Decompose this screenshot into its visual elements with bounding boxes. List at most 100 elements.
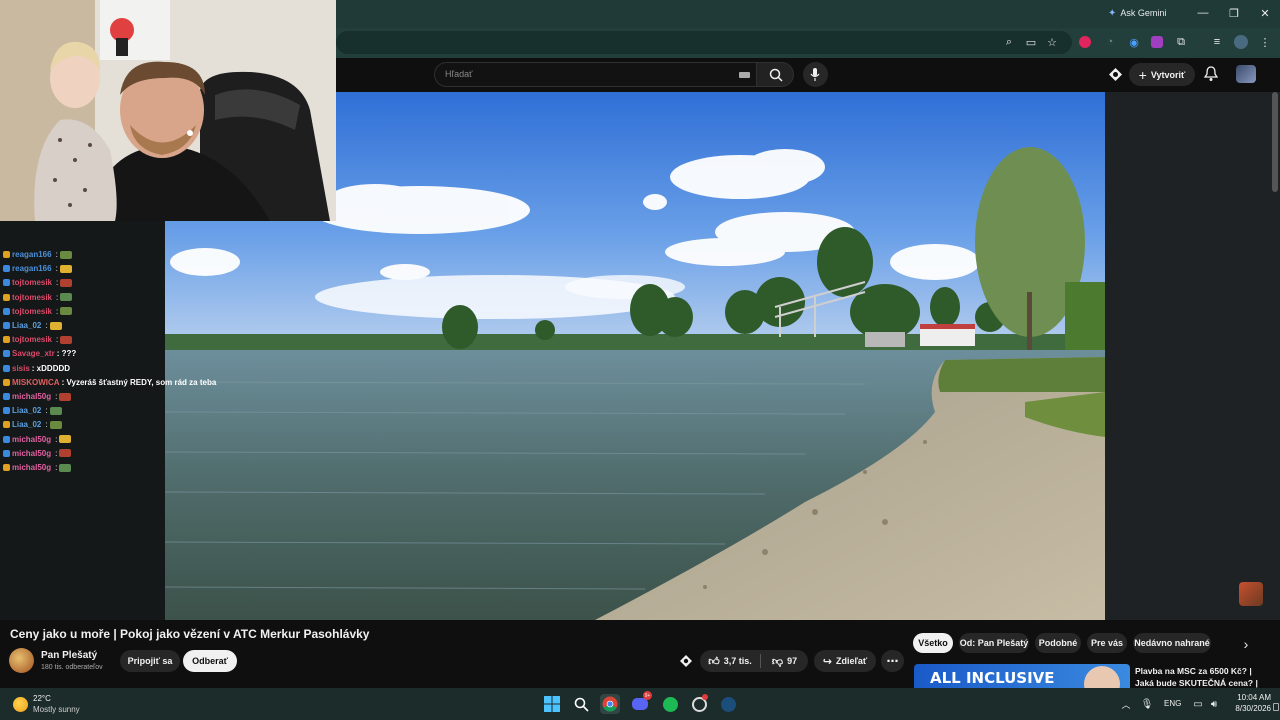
ask-gemini-button[interactable]: ✦ Ask Gemini bbox=[1108, 6, 1166, 20]
tray-chevron-up-icon[interactable]: ︿ bbox=[1120, 698, 1132, 710]
recommended-thumbnail[interactable]: ALL INCLUSIVE bbox=[914, 664, 1130, 688]
notifications-bell-icon[interactable] bbox=[1203, 66, 1219, 82]
chat-username[interactable]: michal50g bbox=[12, 392, 51, 401]
webcam-overlay bbox=[0, 0, 336, 221]
chat-message: tojtomesik: bbox=[3, 307, 73, 316]
cast-icon[interactable]: ▭ bbox=[1024, 35, 1038, 49]
chat-username[interactable]: reagan166 bbox=[12, 264, 52, 273]
search-button[interactable] bbox=[756, 62, 794, 87]
share-button[interactable]: ↪ Zdieľať bbox=[814, 650, 876, 672]
join-button[interactable]: Pripojiť sa bbox=[120, 650, 180, 672]
weather-sun-icon[interactable] bbox=[13, 697, 28, 712]
chat-emote-icon bbox=[59, 449, 72, 458]
steam-taskbar-icon[interactable] bbox=[718, 694, 738, 714]
gemini-icon: ✦ bbox=[1108, 7, 1117, 19]
chat-text: : Vyzeráš šťastný REDY, som rád za teba bbox=[61, 377, 217, 387]
restore-button[interactable]: ❐ bbox=[1227, 6, 1241, 20]
chat-username[interactable]: michal50g bbox=[12, 449, 51, 458]
plus-icon: + bbox=[1138, 66, 1147, 83]
extension-icon-grey[interactable]: ◔ bbox=[1103, 35, 1117, 49]
weather-temp[interactable]: 22°C bbox=[33, 694, 51, 703]
subscribe-label: Odberať bbox=[192, 656, 228, 666]
discord-taskbar-icon[interactable]: 9+ bbox=[630, 691, 652, 714]
channel-avatar[interactable] bbox=[9, 648, 34, 673]
clock-date[interactable]: 8/30/2026 bbox=[1225, 704, 1271, 713]
chat-username[interactable]: tojtomesik bbox=[12, 335, 52, 344]
chat-username[interactable]: sisis bbox=[12, 364, 30, 373]
chat-username[interactable]: Liaa_02 bbox=[12, 321, 41, 330]
chat-badge-icon bbox=[3, 364, 10, 372]
minimize-button[interactable]: — bbox=[1196, 6, 1210, 20]
chat-message: michal50g: bbox=[3, 463, 72, 472]
chat-username[interactable]: Savage_xtr bbox=[12, 349, 55, 358]
create-button[interactable]: + Vytvoriť bbox=[1129, 63, 1195, 86]
more-actions-button[interactable]: ⋯ bbox=[881, 650, 904, 672]
chat-username[interactable]: michal50g bbox=[12, 463, 51, 472]
channel-watermark[interactable] bbox=[1239, 582, 1263, 606]
close-window-button[interactable]: ✕ bbox=[1258, 6, 1272, 20]
media-control-icon[interactable]: ≡ bbox=[1210, 35, 1224, 49]
chat-message: Liaa_02: bbox=[3, 420, 62, 429]
extensions-puzzle-icon[interactable]: ⧉ bbox=[1174, 35, 1188, 49]
dislike-count: 97 bbox=[787, 656, 798, 666]
chips-next-arrow-icon[interactable]: › bbox=[1238, 636, 1254, 652]
tray-microphone-icon[interactable]: 🎙︎ bbox=[1141, 697, 1154, 711]
chat-message: michal50g: bbox=[3, 449, 72, 458]
chat-username[interactable]: michal50g bbox=[12, 435, 51, 444]
chat-username[interactable]: Liaa_02 bbox=[12, 420, 41, 429]
extension-icon-blue[interactable]: ◉ bbox=[1127, 35, 1141, 49]
bookmark-star-icon[interactable]: ☆ bbox=[1045, 35, 1059, 49]
app-taskbar-icon[interactable] bbox=[689, 694, 709, 714]
subscriber-count: 180 tis. odberateľov bbox=[41, 664, 103, 671]
user-avatar[interactable] bbox=[1236, 65, 1256, 83]
chat-message: Liaa_02: bbox=[3, 406, 62, 415]
join-label: Pripojiť sa bbox=[127, 656, 173, 666]
extension-icon-purple[interactable] bbox=[1151, 36, 1163, 48]
chat-username[interactable]: Liaa_02 bbox=[12, 406, 41, 415]
chat-colon: : bbox=[45, 321, 48, 330]
subscribe-button[interactable]: Odberať bbox=[183, 650, 237, 672]
filter-chip[interactable]: Od: Pan Plešatý bbox=[959, 633, 1029, 653]
chat-username[interactable]: reagan166 bbox=[12, 250, 52, 259]
chat-message: reagan166: bbox=[3, 250, 72, 259]
filter-chip[interactable]: Nedávno nahrané bbox=[1133, 633, 1211, 653]
video-side-panel bbox=[1105, 92, 1280, 620]
filter-chip[interactable]: Pre vás bbox=[1087, 633, 1127, 653]
taskbar-search-icon[interactable] bbox=[571, 694, 591, 714]
filter-chip-label: Podobné bbox=[1038, 638, 1078, 648]
network-icon[interactable]: ▭ bbox=[1191, 697, 1205, 711]
chat-username[interactable]: tojtomesik bbox=[12, 307, 52, 316]
spotify-taskbar-icon[interactable] bbox=[660, 694, 680, 714]
dislike-button[interactable]: 👎︎ 97 bbox=[761, 650, 808, 672]
page-scrollbar-thumb[interactable] bbox=[1272, 92, 1278, 192]
address-bar[interactable] bbox=[336, 31, 1072, 54]
notification-center-icon[interactable] bbox=[1273, 703, 1279, 711]
clip-icon[interactable] bbox=[679, 654, 693, 668]
filter-chip[interactable]: Všetko bbox=[913, 633, 953, 653]
browser-menu-icon[interactable]: ⋮ bbox=[1258, 35, 1272, 49]
filter-chip[interactable]: Podobné bbox=[1035, 633, 1081, 653]
zoom-icon[interactable]: ⌕ bbox=[1002, 35, 1016, 49]
recommended-title[interactable]: Plavba na MSC za 6500 Kč? | Jaká bude SK… bbox=[1135, 665, 1258, 689]
search-input[interactable]: Hľadať bbox=[434, 62, 756, 87]
weather-desc[interactable]: Mostly sunny bbox=[33, 705, 80, 714]
volume-icon[interactable]: 🔊︎ bbox=[1207, 697, 1221, 711]
language-indicator[interactable]: ENG bbox=[1164, 699, 1181, 708]
chat-username[interactable]: tojtomesik bbox=[12, 293, 52, 302]
voice-search-button[interactable] bbox=[803, 62, 828, 87]
channel-name[interactable]: Pan Plešatý bbox=[41, 650, 97, 661]
chat-username[interactable]: MISKOWICA bbox=[12, 378, 60, 387]
windows-start-icon[interactable] bbox=[542, 694, 562, 714]
chat-list: reagan166: reagan166: tojtomesik: tojtomesi… bbox=[0, 250, 230, 480]
extension-icon-red[interactable] bbox=[1079, 36, 1091, 48]
profile-avatar-icon[interactable] bbox=[1234, 35, 1248, 49]
like-button[interactable]: 👍︎ 3,7 tis. bbox=[700, 650, 760, 672]
chat-username[interactable]: tojtomesik bbox=[12, 278, 52, 287]
keyboard-icon[interactable] bbox=[739, 72, 750, 78]
clock-time[interactable]: 10:04 AM bbox=[1225, 693, 1271, 702]
chat-message: tojtomesik: bbox=[3, 293, 73, 302]
studio-icon[interactable] bbox=[1108, 67, 1123, 82]
chrome-taskbar-icon[interactable] bbox=[600, 694, 620, 714]
chat-emote-icon bbox=[49, 321, 62, 330]
chat-message: michal50g: bbox=[3, 435, 72, 444]
